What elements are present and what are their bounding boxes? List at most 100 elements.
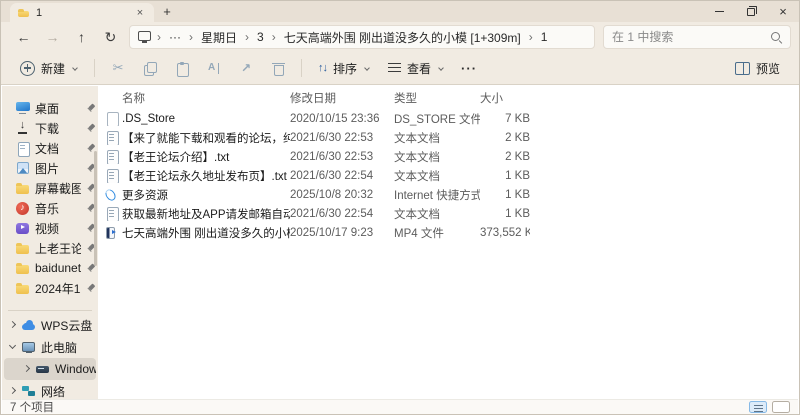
file-size: 373,552 KB xyxy=(480,226,530,239)
table-row[interactable]: 【来了就能下载和观看的论坛，纯免费！】.txt 2021/6/30 22:53 … xyxy=(104,128,798,147)
table-row[interactable]: .DS_Store 2020/10/15 23:36 DS_STORE 文件 7… xyxy=(104,109,798,128)
file-name: 获取最新地址及APP请发邮箱自动获取.txt xyxy=(122,208,290,221)
preview-book-icon xyxy=(734,62,750,75)
sidebar-item[interactable]: 下载 xyxy=(2,118,98,138)
file-type-icon xyxy=(104,149,119,164)
chevron-down-icon xyxy=(437,65,444,72)
sidebar-scrollbar[interactable] xyxy=(94,151,97,266)
sidebar-item-icon xyxy=(15,221,30,236)
file-size: 1 KB xyxy=(505,188,530,201)
this-pc-icon[interactable] xyxy=(138,30,151,43)
sidebar-item[interactable]: baidunetdisk xyxy=(2,258,98,278)
sidebar-tree-item[interactable]: 网络 xyxy=(4,380,96,399)
breadcrumb-segment[interactable]: 七天高端外围 刚出道没多久的小模 [1+309m] xyxy=(282,29,523,46)
tree-chevron-icon[interactable] xyxy=(8,387,16,395)
sidebar-tree-item[interactable]: Windows-SSD xyxy=(4,358,96,380)
table-row[interactable]: 【老王论坛介绍】.txt 2021/6/30 22:53 文本文档 2 KB xyxy=(104,147,798,166)
chevron-right-icon: › xyxy=(189,30,193,44)
column-header-name[interactable]: 名称 xyxy=(122,90,290,106)
file-type: 文本文档 xyxy=(394,151,440,164)
breadcrumb[interactable]: › ··· › 星期日 › 3 › 七天高端外围 刚出道没多久的小模 [1+30… xyxy=(129,25,595,49)
tab-title: 1 xyxy=(36,6,43,19)
file-name: 【老王论坛永久地址发布页】.txt xyxy=(122,170,287,183)
file-date-modified: 2020/10/15 23:36 xyxy=(290,112,380,125)
tree-chevron-icon[interactable] xyxy=(22,365,30,373)
sidebar-item[interactable]: 图片 xyxy=(2,158,98,178)
column-header-size[interactable]: 大小 xyxy=(480,90,530,106)
sidebar-item[interactable]: 音乐 xyxy=(2,198,98,218)
new-button-label: 新建 xyxy=(41,61,66,76)
sidebar-item[interactable]: 上老王论坛当 xyxy=(2,238,98,258)
search-box[interactable] xyxy=(603,25,791,49)
sidebar-item[interactable]: 文档 xyxy=(2,138,98,158)
table-row[interactable]: 更多资源 2025/10/8 20:32 Internet 快捷方式 1 KB xyxy=(104,185,798,204)
large-icons-view-button[interactable] xyxy=(772,401,790,413)
breadcrumb-segment[interactable]: ··· xyxy=(167,30,183,44)
file-date-modified: 2025/10/17 9:23 xyxy=(290,226,374,239)
search-input[interactable] xyxy=(612,30,770,44)
restore-icon xyxy=(747,5,757,16)
details-view-button[interactable] xyxy=(749,401,767,413)
view-button[interactable]: 查看 xyxy=(379,55,453,81)
close-button[interactable]: × xyxy=(767,1,799,22)
view-toggles xyxy=(749,401,790,413)
chevron-right-icon: › xyxy=(157,30,161,44)
pin-icon xyxy=(86,283,95,293)
column-header-type[interactable]: 类型 xyxy=(394,90,480,106)
chevron-right-icon: › xyxy=(271,30,276,44)
tree-chevron-icon[interactable] xyxy=(8,343,16,351)
up-button[interactable]: ↑ xyxy=(67,24,96,50)
sidebar-item-label: 下载 xyxy=(35,121,60,136)
breadcrumb-segment[interactable]: 3 xyxy=(255,30,266,44)
tree-chevron-icon[interactable] xyxy=(8,321,16,329)
table-row[interactable]: 【老王论坛永久地址发布页】.txt 2021/6/30 22:54 文本文档 1… xyxy=(104,166,798,185)
sidebar-item[interactable]: 2024年12月, xyxy=(2,278,98,298)
paste-icon xyxy=(175,61,189,77)
sidebar-item-label: 桌面 xyxy=(35,101,60,116)
refresh-button[interactable]: ↻ xyxy=(96,24,125,50)
toolbar-separator xyxy=(301,59,303,77)
sidebar-item[interactable]: 桌面 xyxy=(2,98,98,118)
sidebar-item-label: 2024年12月, xyxy=(35,281,81,296)
minimize-icon xyxy=(714,11,724,12)
sidebar-item-icon xyxy=(15,241,30,256)
sidebar-item[interactable]: 屏幕截图 xyxy=(2,178,98,198)
folder-icon xyxy=(17,6,30,19)
file-type: 文本文档 xyxy=(394,208,440,221)
delete-button xyxy=(262,55,294,81)
file-type-icon xyxy=(104,168,119,183)
sidebar-item-label: 屏幕截图 xyxy=(35,181,81,196)
sidebar-item[interactable]: 视频 xyxy=(2,218,98,238)
minimize-button[interactable] xyxy=(703,1,735,22)
tab-current-folder[interactable]: 1 × xyxy=(10,3,154,22)
column-header-date[interactable]: 修改日期 xyxy=(290,90,394,106)
sidebar-item-label: 网络 xyxy=(41,384,66,399)
table-row[interactable]: 七天高端外围 刚出道没多久的小模.mp4 2025/10/17 9:23 MP4… xyxy=(104,223,798,242)
chevron-down-icon xyxy=(363,65,370,72)
tab-close-icon[interactable]: × xyxy=(133,7,147,19)
breadcrumb-segment[interactable]: 1 xyxy=(539,30,550,44)
window-controls: × xyxy=(703,1,799,22)
sidebar-item-icon xyxy=(21,384,36,399)
sort-button[interactable]: ↑↓ 排序 xyxy=(309,55,379,81)
status-bar: 7 个项目 xyxy=(2,399,798,414)
back-button[interactable]: ← xyxy=(9,24,38,50)
sidebar-divider xyxy=(8,310,92,311)
restore-button[interactable] xyxy=(735,1,767,22)
trash-icon xyxy=(271,61,285,76)
sidebar-tree-item[interactable]: 此电脑 xyxy=(4,336,96,358)
sidebar-item-label: 文档 xyxy=(35,141,60,156)
more-options-button[interactable]: ··· xyxy=(453,55,485,81)
new-button[interactable]: 新建 xyxy=(11,55,87,81)
preview-button[interactable]: 预览 xyxy=(726,55,789,81)
sidebar-tree-item[interactable]: WPS云盘 xyxy=(4,314,96,336)
breadcrumb-segment[interactable]: 星期日 xyxy=(199,29,239,46)
new-tab-button[interactable]: + xyxy=(154,3,180,22)
table-row[interactable]: 获取最新地址及APP请发邮箱自动获取.txt 2021/6/30 22:54 文… xyxy=(104,204,798,223)
file-list: 名称 修改日期 类型 大小 .DS_Store 2020/10/15 23:36… xyxy=(98,86,798,399)
sidebar-item-icon xyxy=(21,318,36,333)
file-type: Internet 快捷方式 xyxy=(394,189,480,202)
sidebar-item-icon xyxy=(15,141,30,157)
toolbar-separator xyxy=(94,59,96,77)
cut-button: ✂ xyxy=(112,60,124,75)
